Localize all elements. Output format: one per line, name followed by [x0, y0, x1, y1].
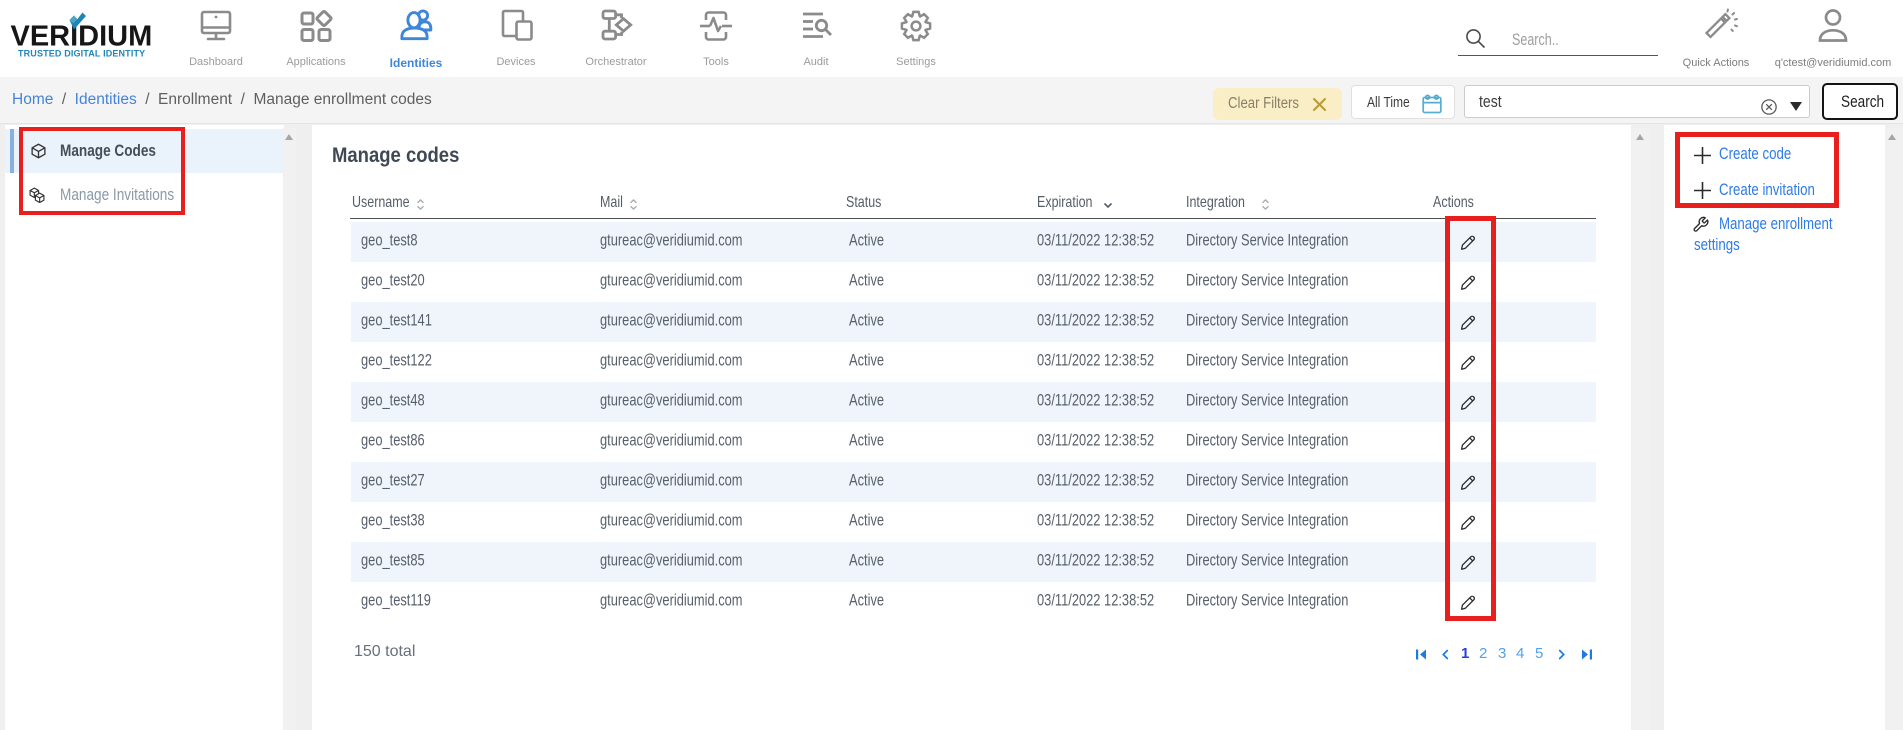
svg-text:TRUSTED DIGITAL IDENTITY: TRUSTED DIGITAL IDENTITY	[18, 49, 145, 59]
svg-text:VERIDIUM: VERIDIUM	[11, 20, 153, 52]
